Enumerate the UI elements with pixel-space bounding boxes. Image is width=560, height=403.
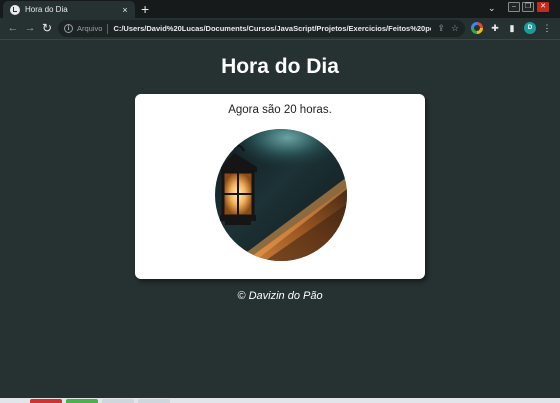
- forward-button[interactable]: →: [22, 20, 38, 36]
- window-close-button[interactable]: ✕: [537, 2, 549, 12]
- address-bar[interactable]: i Arquivo C:/Users/David%20Lucas/Documen…: [58, 20, 465, 37]
- back-button[interactable]: ←: [5, 20, 21, 36]
- lantern-photo-svg: [215, 129, 347, 261]
- os-taskbar: [0, 398, 560, 403]
- night-lantern-image: [215, 129, 347, 261]
- restore-button[interactable]: ❐: [522, 2, 534, 12]
- profile-avatar[interactable]: D: [524, 22, 536, 34]
- url-text[interactable]: C:/Users/David%20Lucas/Documents/Cursos/…: [113, 24, 431, 33]
- extensions-puzzle-icon[interactable]: ✚: [489, 22, 501, 34]
- color-extension-icon[interactable]: [471, 22, 483, 34]
- page-body: Hora do Dia Agora são 20 horas. © Davizi…: [0, 41, 560, 398]
- page-title: Hora do Dia: [221, 55, 339, 78]
- taskbar-app-icon[interactable]: [102, 399, 134, 403]
- bookmark-star-icon[interactable]: ☆: [451, 23, 459, 34]
- tab-search-icon[interactable]: ⌄: [488, 3, 496, 14]
- taskbar-app-icon[interactable]: [30, 399, 62, 403]
- menu-kebab-icon[interactable]: ⋮: [541, 22, 553, 34]
- new-tab-button[interactable]: +: [141, 1, 149, 17]
- globe-icon: [10, 4, 20, 15]
- tab-strip: Hora do Dia × + ⌄ – ❐ ✕: [0, 0, 560, 18]
- close-tab-icon[interactable]: ×: [119, 5, 131, 15]
- tab-title: Hora do Dia: [25, 5, 68, 14]
- share-icon[interactable]: ⇪: [437, 23, 445, 34]
- reload-button[interactable]: ↻: [39, 20, 55, 36]
- taskbar-app-icon[interactable]: [138, 399, 170, 403]
- browser-toolbar: ← → ↻ i Arquivo C:/Users/David%20Lucas/D…: [0, 18, 560, 40]
- minimize-button[interactable]: –: [508, 2, 520, 12]
- info-icon[interactable]: i: [64, 24, 73, 33]
- side-panel-icon[interactable]: ▮: [506, 22, 518, 34]
- footer-credit: © Davizin do Pão: [237, 290, 323, 302]
- tab-hora-do-dia[interactable]: Hora do Dia ×: [3, 1, 135, 18]
- scheme-label: Arquivo: [77, 24, 103, 33]
- omnibox-divider: [107, 23, 109, 34]
- taskbar-app-icon[interactable]: [66, 399, 98, 403]
- time-card: Agora são 20 horas.: [135, 94, 425, 279]
- time-message: Agora são 20 horas.: [228, 104, 332, 116]
